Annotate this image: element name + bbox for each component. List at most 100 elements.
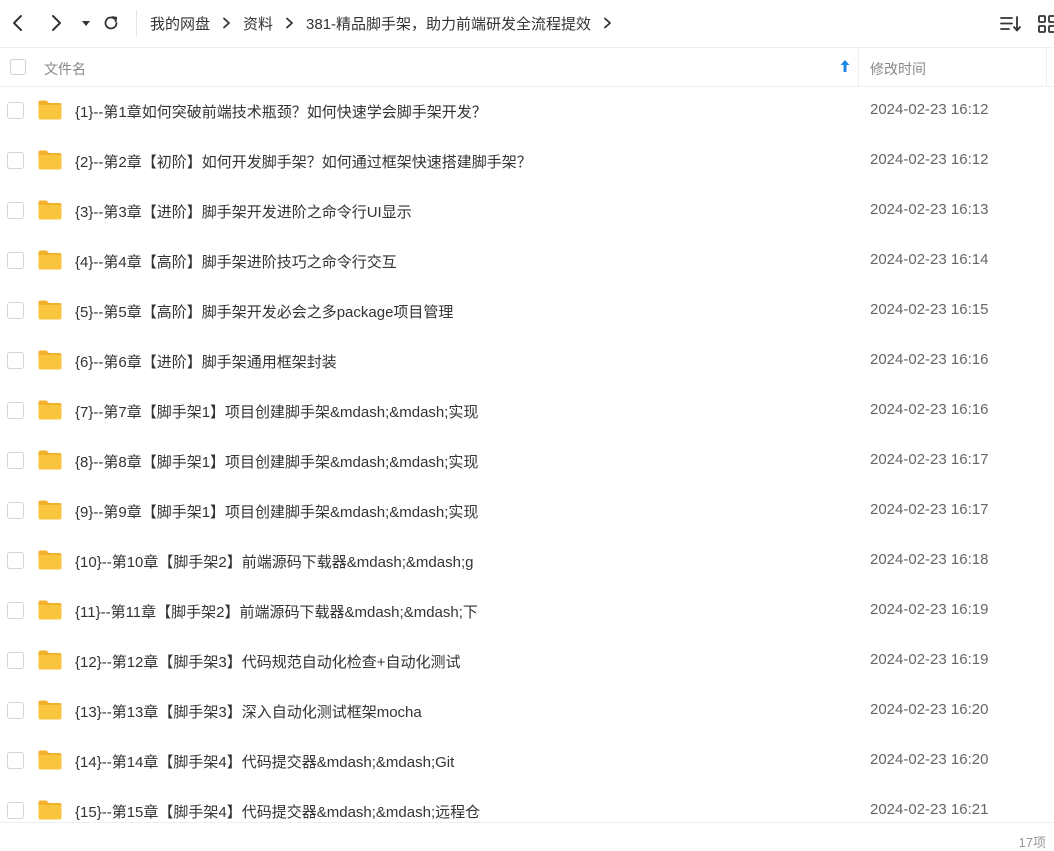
folder-icon bbox=[38, 650, 62, 670]
modified-time: 2024-02-23 16:18 bbox=[870, 551, 989, 568]
file-list: {1}--第1章如何突破前端技术瓶颈？如何快速学会脚手架开发？ 2024-02-2… bbox=[0, 86, 1054, 822]
file-row[interactable]: {15}--第15章【脚手架4】代码提交器&mdash;&mdash;远程仓 20… bbox=[0, 786, 1054, 822]
file-name[interactable]: {9}--第9章【脚手架1】项目创建脚手架&mdash;&mdash;实现 bbox=[75, 501, 478, 522]
breadcrumb-item-current-folder[interactable]: 381-精品脚手架，助力前端研发全流程提效 bbox=[306, 13, 591, 34]
row-checkbox[interactable] bbox=[7, 602, 24, 619]
row-checkbox[interactable] bbox=[7, 802, 24, 819]
row-checkbox[interactable] bbox=[7, 152, 24, 169]
folder-icon bbox=[38, 400, 62, 420]
modified-time: 2024-02-23 16:19 bbox=[870, 601, 989, 618]
column-header-modified-time[interactable]: 修改时间 bbox=[870, 59, 926, 79]
row-checkbox[interactable] bbox=[7, 352, 24, 369]
refresh-button[interactable] bbox=[99, 11, 123, 35]
file-row[interactable]: {6}--第6章【进阶】脚手架通用框架封装 2024-02-23 16:16 bbox=[0, 336, 1054, 386]
file-name[interactable]: {7}--第7章【脚手架1】项目创建脚手架&mdash;&mdash;实现 bbox=[75, 401, 478, 422]
file-name[interactable]: {3}--第3章【进阶】脚手架开发进阶之命令行UI显示 bbox=[75, 201, 412, 222]
breadcrumb-item-my-drive[interactable]: 我的网盘 bbox=[150, 13, 210, 34]
back-button[interactable] bbox=[6, 11, 30, 35]
view-toggle-button[interactable] bbox=[1036, 13, 1054, 35]
row-checkbox[interactable] bbox=[7, 402, 24, 419]
file-row[interactable]: {11}--第11章【脚手架2】前端源码下载器&mdash;&mdash;下 20… bbox=[0, 586, 1054, 636]
row-checkbox[interactable] bbox=[7, 652, 24, 669]
row-checkbox[interactable] bbox=[7, 102, 24, 119]
select-all-checkbox[interactable] bbox=[10, 59, 26, 75]
chevron-right-icon bbox=[222, 17, 231, 29]
file-row[interactable]: {10}--第10章【脚手架2】前端源码下载器&mdash;&mdash;g 20… bbox=[0, 536, 1054, 586]
row-checkbox[interactable] bbox=[7, 502, 24, 519]
file-name[interactable]: {13}--第13章【脚手架3】深入自动化测试框架mocha bbox=[75, 701, 422, 722]
sort-ascending-icon[interactable] bbox=[839, 58, 851, 77]
toolbar-divider bbox=[136, 10, 137, 36]
file-name[interactable]: {5}--第5章【高阶】脚手架开发必会之多package项目管理 bbox=[75, 301, 453, 322]
modified-time: 2024-02-23 16:17 bbox=[870, 451, 989, 468]
row-checkbox[interactable] bbox=[7, 752, 24, 769]
item-count: 17项 bbox=[1018, 835, 1046, 850]
modified-time: 2024-02-23 16:19 bbox=[870, 651, 989, 668]
folder-icon bbox=[38, 250, 62, 270]
file-row[interactable]: {7}--第7章【脚手架1】项目创建脚手架&mdash;&mdash;实现 202… bbox=[0, 386, 1054, 436]
file-name[interactable]: {10}--第10章【脚手架2】前端源码下载器&mdash;&mdash;g bbox=[75, 551, 473, 572]
sort-list-icon bbox=[1000, 16, 1021, 32]
modified-time: 2024-02-23 16:21 bbox=[870, 801, 989, 818]
modified-time: 2024-02-23 16:13 bbox=[870, 201, 989, 218]
file-row[interactable]: {12}--第12章【脚手架3】代码规范自动化检查+自动化测试 2024-02-2… bbox=[0, 636, 1054, 686]
folder-icon bbox=[38, 150, 62, 170]
modified-time: 2024-02-23 16:17 bbox=[870, 501, 989, 518]
row-checkbox[interactable] bbox=[7, 552, 24, 569]
file-row[interactable]: {1}--第1章如何突破前端技术瓶颈？如何快速学会脚手架开发？ 2024-02-2… bbox=[0, 86, 1054, 136]
file-row[interactable]: {8}--第8章【脚手架1】项目创建脚手架&mdash;&mdash;实现 202… bbox=[0, 436, 1054, 486]
folder-icon bbox=[38, 350, 62, 370]
file-name[interactable]: {4}--第4章【高阶】脚手架进阶技巧之命令行交互 bbox=[75, 251, 397, 272]
file-name[interactable]: {1}--第1章如何突破前端技术瓶颈？如何快速学会脚手架开发？ bbox=[75, 101, 487, 122]
modified-time: 2024-02-23 16:16 bbox=[870, 351, 989, 368]
modified-time: 2024-02-23 16:14 bbox=[870, 251, 989, 268]
folder-icon bbox=[38, 600, 62, 620]
file-name[interactable]: {14}--第14章【脚手架4】代码提交器&mdash;&mdash;Git bbox=[75, 751, 454, 772]
chevron-right-icon[interactable] bbox=[603, 17, 612, 29]
history-dropdown-button[interactable] bbox=[74, 11, 98, 35]
row-checkbox[interactable] bbox=[7, 702, 24, 719]
chevron-right-icon bbox=[52, 15, 61, 31]
file-row[interactable]: {9}--第9章【脚手架1】项目创建脚手架&mdash;&mdash;实现 202… bbox=[0, 486, 1054, 536]
modified-time: 2024-02-23 16:20 bbox=[870, 701, 989, 718]
file-name[interactable]: {6}--第6章【进阶】脚手架通用框架封装 bbox=[75, 351, 337, 372]
file-name[interactable]: {2}--第2章【初阶】如何开发脚手架？如何通过框架快速搭建脚手架？ bbox=[75, 151, 532, 172]
breadcrumb-item-materials[interactable]: 资料 bbox=[243, 13, 273, 34]
status-bar: 17项 bbox=[0, 822, 1054, 850]
row-checkbox[interactable] bbox=[7, 252, 24, 269]
file-name[interactable]: {8}--第8章【脚手架1】项目创建脚手架&mdash;&mdash;实现 bbox=[75, 451, 478, 472]
breadcrumb: 我的网盘 资料 381-精品脚手架，助力前端研发全流程提效 bbox=[150, 0, 612, 46]
toolbar: 我的网盘 资料 381-精品脚手架，助力前端研发全流程提效 bbox=[0, 0, 1054, 46]
file-name[interactable]: {11}--第11章【脚手架2】前端源码下载器&mdash;&mdash;下 bbox=[75, 601, 478, 622]
folder-icon bbox=[38, 300, 62, 320]
caret-down-icon bbox=[82, 21, 90, 26]
file-name[interactable]: {15}--第15章【脚手架4】代码提交器&mdash;&mdash;远程仓 bbox=[75, 801, 480, 822]
modified-time: 2024-02-23 16:20 bbox=[870, 751, 989, 768]
row-checkbox[interactable] bbox=[7, 302, 24, 319]
folder-icon bbox=[38, 550, 62, 570]
file-row[interactable]: {13}--第13章【脚手架3】深入自动化测试框架mocha 2024-02-23… bbox=[0, 686, 1054, 736]
sort-button[interactable] bbox=[1000, 13, 1022, 35]
modified-time: 2024-02-23 16:15 bbox=[870, 301, 989, 318]
column-header-name[interactable]: 文件名 bbox=[44, 59, 86, 79]
column-divider[interactable] bbox=[858, 48, 859, 86]
modified-time: 2024-02-23 16:16 bbox=[870, 401, 989, 418]
file-list-header: 文件名 修改时间 bbox=[0, 47, 1054, 87]
forward-button[interactable] bbox=[44, 11, 68, 35]
folder-icon bbox=[38, 750, 62, 770]
row-checkbox[interactable] bbox=[7, 452, 24, 469]
chevron-left-icon bbox=[13, 15, 22, 31]
folder-icon bbox=[38, 800, 62, 820]
column-divider[interactable] bbox=[1046, 48, 1047, 86]
file-row[interactable]: {2}--第2章【初阶】如何开发脚手架？如何通过框架快速搭建脚手架？ 2024-0… bbox=[0, 136, 1054, 186]
file-row[interactable]: {4}--第4章【高阶】脚手架进阶技巧之命令行交互 2024-02-23 16:1… bbox=[0, 236, 1054, 286]
modified-time: 2024-02-23 16:12 bbox=[870, 101, 989, 118]
file-name[interactable]: {12}--第12章【脚手架3】代码规范自动化检查+自动化测试 bbox=[75, 651, 460, 672]
file-row[interactable]: {3}--第3章【进阶】脚手架开发进阶之命令行UI显示 2024-02-23 16… bbox=[0, 186, 1054, 236]
row-checkbox[interactable] bbox=[7, 202, 24, 219]
folder-icon bbox=[38, 700, 62, 720]
folder-icon bbox=[38, 100, 62, 120]
refresh-icon bbox=[104, 16, 118, 30]
file-row[interactable]: {14}--第14章【脚手架4】代码提交器&mdash;&mdash;Git 20… bbox=[0, 736, 1054, 786]
file-row[interactable]: {5}--第5章【高阶】脚手架开发必会之多package项目管理 2024-02-… bbox=[0, 286, 1054, 336]
